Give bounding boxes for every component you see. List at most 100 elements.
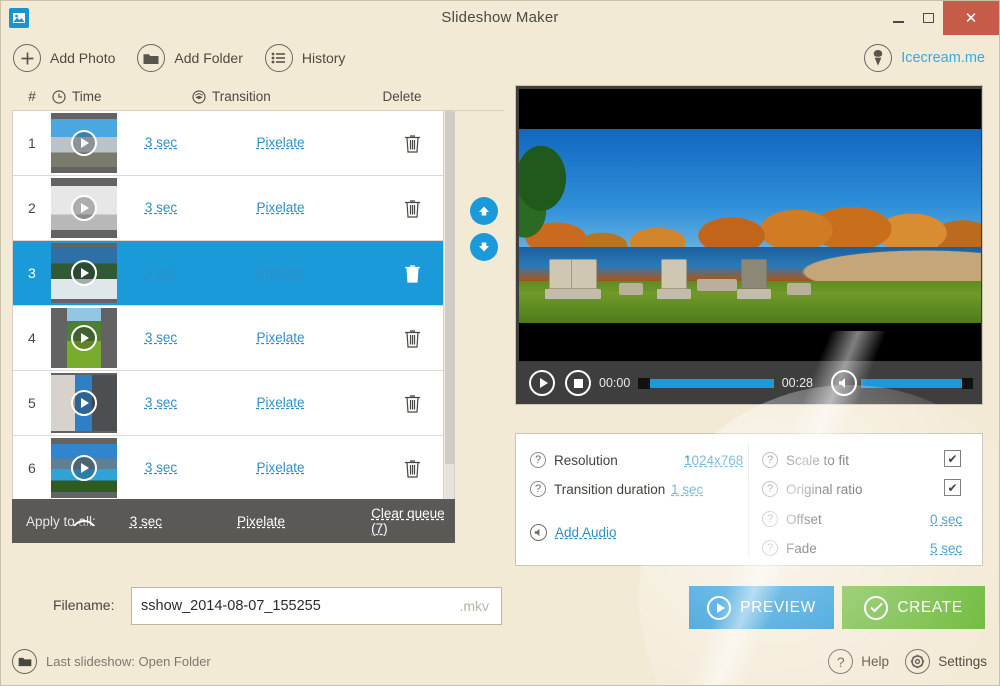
table-row[interactable]: 5 3 sec Pixelate [13,371,443,436]
help-icon[interactable]: ? [762,452,778,468]
last-slideshow-link[interactable]: Last slideshow: Open Folder [12,649,211,674]
help-label: Help [861,654,889,669]
trash-icon[interactable] [404,394,421,413]
table-row[interactable]: 2 3 sec Pixelate [13,176,443,241]
table-row[interactable]: 6 3 sec Pixelate [13,436,443,501]
history-button[interactable]: History [264,44,345,72]
header-time-label: Time [72,89,102,104]
settings-button[interactable]: Settings [905,649,987,674]
slide-thumbnail[interactable] [50,178,117,238]
row-time-link[interactable]: 3 sec [145,135,177,150]
create-button[interactable]: CREATE [842,586,985,629]
row-time-link[interactable]: 3 sec [145,200,177,215]
preview-button-label: PREVIEW [740,598,816,616]
slide-list[interactable]: 1 3 sec Pixelate 2 3 sec Pixelate 3 3 se… [12,111,444,527]
row-time-link[interactable]: 3 sec [145,395,177,410]
filename-field[interactable]: sshow_2014-08-07_155255 .mkv [131,587,502,625]
row-transition-cell: Pixelate [257,459,405,477]
offset-value[interactable]: 0 sec [930,512,962,527]
close-button[interactable]: ✕ [943,1,999,35]
trash-icon[interactable] [404,264,421,283]
help-button[interactable]: ? Help [828,649,889,674]
transition-duration-label: Transition duration [554,481,666,497]
row-transition-link[interactable]: Pixelate [257,265,305,280]
original-ratio-row: ? Original ratio [762,481,863,497]
fade-value[interactable]: 5 sec [930,541,962,556]
arrow-up-icon [479,206,489,216]
trash-icon[interactable] [404,329,421,348]
help-icon[interactable]: ? [530,481,546,497]
video-preview[interactable] [519,89,981,361]
brand-link[interactable]: Icecream.me [864,44,985,72]
row-delete-cell [404,199,443,218]
original-ratio-checkbox[interactable]: ✔ [944,479,961,496]
slide-thumbnail[interactable] [50,373,117,433]
row-transition-link[interactable]: Pixelate [257,200,305,215]
stop-button[interactable] [565,370,591,396]
minimize-button[interactable] [883,1,913,35]
brand-label: Icecream.me [901,50,985,66]
slide-thumbnail[interactable] [50,308,117,368]
row-transition-link[interactable]: Pixelate [257,460,305,475]
row-time-link[interactable]: 3 sec [145,265,177,280]
list-scrollbar[interactable] [445,111,455,527]
help-icon[interactable]: ? [762,481,778,497]
volume-button[interactable] [831,370,857,396]
volume-handle[interactable] [962,377,973,389]
preview-button[interactable]: PREVIEW [689,586,834,629]
slide-list-panel: # Time Transition Delete 1 3 sec Pixelat… [12,83,504,571]
row-transition-link[interactable]: Pixelate [257,395,305,410]
clock-icon [52,89,66,104]
arrow-down-icon [479,242,489,252]
add-audio-row[interactable]: Add Audio [530,524,617,541]
clear-queue-link[interactable]: Clear queue (7) [371,506,445,536]
trash-icon[interactable] [404,134,421,153]
apply-time-link[interactable]: 3 sec [130,514,162,529]
play-button[interactable] [529,370,555,396]
move-up-button[interactable] [470,197,498,225]
trash-icon[interactable] [404,199,421,218]
table-row[interactable]: 3 3 sec Pixelate [13,241,443,306]
row-number: 5 [28,395,36,411]
add-photo-button[interactable]: Add Photo [13,44,115,72]
seek-slider[interactable] [638,377,774,389]
move-down-button[interactable] [470,233,498,261]
slide-thumbnail[interactable] [50,243,117,303]
trash-icon[interactable] [404,459,421,478]
row-time-cell: 3 sec [117,264,257,282]
list-icon [264,44,293,72]
row-time-link[interactable]: 3 sec [145,460,177,475]
help-icon[interactable]: ? [762,540,778,556]
filename-input[interactable]: sshow_2014-08-07_155255 [132,598,459,614]
row-time-link[interactable]: 3 sec [145,330,177,345]
add-photo-label: Add Photo [50,50,116,66]
offset-row: ? Offset [762,511,822,527]
table-row[interactable]: 4 3 sec Pixelate [13,306,443,371]
seek-handle[interactable] [638,377,651,389]
help-icon[interactable]: ? [530,452,546,468]
scale-to-fit-checkbox[interactable]: ✔ [944,450,961,467]
row-transition-cell: Pixelate [257,394,405,412]
slide-thumbnail[interactable] [50,438,117,498]
maximize-button[interactable] [913,1,943,35]
add-audio-link[interactable]: Add Audio [555,525,617,540]
fade-label: Fade [786,540,817,556]
volume-slider[interactable] [861,377,973,389]
apply-transition-link[interactable]: Pixelate [237,514,285,529]
header-number: # [28,89,36,104]
row-transition-link[interactable]: Pixelate [257,330,305,345]
table-row[interactable]: 1 3 sec Pixelate [13,111,443,176]
resolution-value[interactable]: 1024x768 [684,453,743,468]
layers-icon [192,89,206,104]
slide-thumbnail[interactable] [50,113,117,173]
transition-duration-value[interactable]: 1 sec [671,482,703,497]
transition-duration-row: ? Transition duration [530,481,665,497]
scrollbar-thumb[interactable] [445,112,454,464]
add-folder-button[interactable]: Add Folder [137,44,243,72]
apply-transition-cell: Pixelate [237,514,371,529]
row-transition-link[interactable]: Pixelate [257,135,305,150]
row-delete-cell [404,459,443,478]
play-icon [70,390,97,416]
help-icon[interactable]: ? [762,511,778,527]
chair [737,259,771,299]
